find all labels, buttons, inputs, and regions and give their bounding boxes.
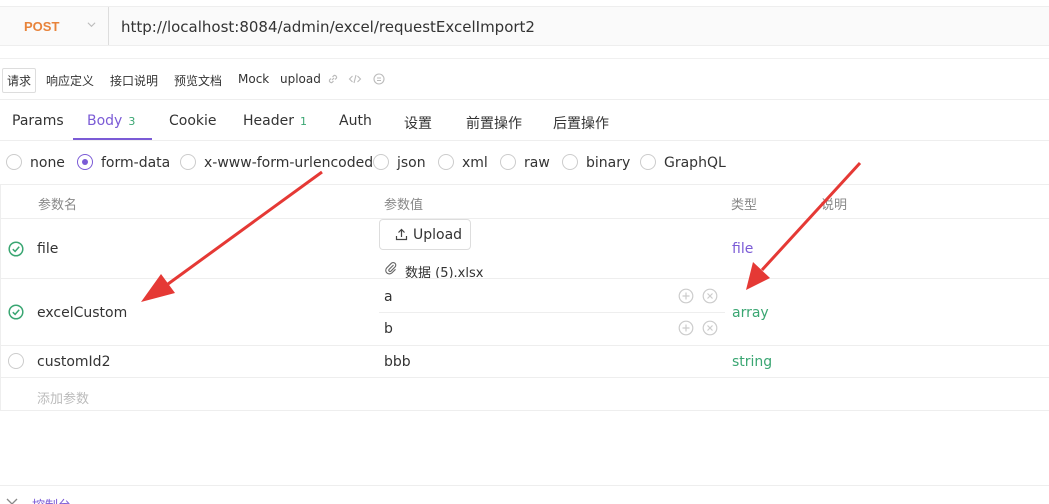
radio-raw[interactable] <box>500 154 516 170</box>
body-type-selector: none form-data x-www-form-urlencoded jso… <box>0 151 1049 177</box>
param-type-string[interactable]: string <box>732 354 772 370</box>
radio-binary-label: binary <box>586 155 631 171</box>
param-value-customid2[interactable]: bbb <box>384 354 411 370</box>
radio-graphql[interactable] <box>640 154 656 170</box>
radio-urlencoded[interactable] <box>180 154 196 170</box>
upload-icon <box>395 228 408 241</box>
console-toggle[interactable]: 控制台 <box>32 495 71 504</box>
radio-json[interactable] <box>373 154 389 170</box>
radio-xml-label: xml <box>462 155 488 171</box>
request-tabs: Params Body 3 Cookie Header 1 Auth 设置 前置操作… <box>0 101 1049 141</box>
add-item-icon[interactable] <box>678 288 694 304</box>
tab-settings[interactable]: 设置 <box>404 113 432 133</box>
row-divider <box>1 218 1049 219</box>
tab-body-count: 3 <box>128 115 136 128</box>
active-tab-indicator <box>73 138 152 140</box>
tab-header-label: Header <box>243 113 294 129</box>
col-header-value: 参数值 <box>384 198 424 213</box>
url-divider <box>108 7 109 45</box>
param-type-file[interactable]: file <box>732 241 753 257</box>
chevron-down-icon[interactable] <box>6 496 18 504</box>
bug-icon[interactable] <box>372 72 386 86</box>
radio-raw-label: raw <box>524 155 550 171</box>
array-value-input[interactable]: a <box>384 289 393 305</box>
tab-body[interactable]: Body 3 <box>87 113 135 129</box>
radio-form-data[interactable] <box>77 154 93 170</box>
console-panel: 控制台 <box>0 485 1049 504</box>
add-param-input[interactable]: 添加参数 <box>37 388 89 407</box>
tab-pre-ops[interactable]: 前置操作 <box>466 113 522 133</box>
radio-xml[interactable] <box>438 154 454 170</box>
col-header-desc: 说明 <box>821 198 848 213</box>
link-icon[interactable] <box>326 72 340 86</box>
subtab-response-def[interactable]: 响应定义 <box>46 72 94 89</box>
radio-none[interactable] <box>6 154 22 170</box>
sub-toolbar: 请求 响应定义 接口说明 预览文档 Mock upload <box>0 58 1049 100</box>
tab-auth[interactable]: Auth <box>339 113 372 129</box>
check-circle-icon[interactable] <box>8 304 24 320</box>
url-bar: POST http://localhost:8084/admin/excel/r… <box>0 6 1049 46</box>
radio-binary[interactable] <box>562 154 578 170</box>
row-divider <box>1 377 1049 378</box>
radio-none-label: none <box>30 155 65 171</box>
subtab-upload[interactable]: upload <box>280 72 321 86</box>
param-name-customid2[interactable]: customId2 <box>37 354 110 370</box>
tab-post-ops[interactable]: 后置操作 <box>553 113 609 133</box>
tab-header-count: 1 <box>299 115 307 128</box>
url-input[interactable]: http://localhost:8084/admin/excel/reques… <box>121 18 535 36</box>
subtab-mock[interactable]: Mock <box>238 72 269 86</box>
radio-form-data-label: form-data <box>101 155 171 171</box>
subtab-request[interactable]: 请求 <box>2 68 37 93</box>
upload-button[interactable]: Upload <box>379 219 471 250</box>
code-icon[interactable] <box>348 72 362 86</box>
remove-item-icon[interactable] <box>702 320 718 336</box>
tab-header[interactable]: Header 1 <box>243 113 307 129</box>
paperclip-icon <box>385 262 397 275</box>
col-header-type: 类型 <box>731 198 758 213</box>
row-divider <box>1 345 1049 346</box>
param-name-file[interactable]: file <box>37 241 58 257</box>
col-header-name: 参数名 <box>38 198 78 213</box>
subtab-preview-doc[interactable]: 预览文档 <box>174 72 222 89</box>
param-type-array[interactable]: array <box>732 305 769 321</box>
tab-params[interactable]: Params <box>12 113 64 129</box>
radio-json-label: json <box>397 155 426 171</box>
row-divider <box>1 278 1049 279</box>
upload-label: Upload <box>413 227 463 243</box>
array-item-divider <box>379 312 725 313</box>
check-circle-icon[interactable] <box>8 241 24 257</box>
radio-graphql-label: GraphQL <box>664 155 726 171</box>
params-table: 参数名 参数值 类型 说明 file Upload 数据 (5).xlsx fi… <box>0 184 1049 411</box>
chevron-down-icon[interactable] <box>87 20 96 29</box>
tab-cookie[interactable]: Cookie <box>169 113 217 129</box>
param-name-excelcustom[interactable]: excelCustom <box>37 305 127 321</box>
method-select[interactable]: POST <box>24 19 59 34</box>
unchecked-circle-icon[interactable] <box>8 353 24 369</box>
tab-body-label: Body <box>87 113 123 129</box>
radio-urlencoded-label: x-www-form-urlencoded <box>204 155 374 171</box>
subtab-api-doc[interactable]: 接口说明 <box>110 72 158 89</box>
array-value-input[interactable]: b <box>384 321 393 337</box>
remove-item-icon[interactable] <box>702 288 718 304</box>
add-item-icon[interactable] <box>678 320 694 336</box>
